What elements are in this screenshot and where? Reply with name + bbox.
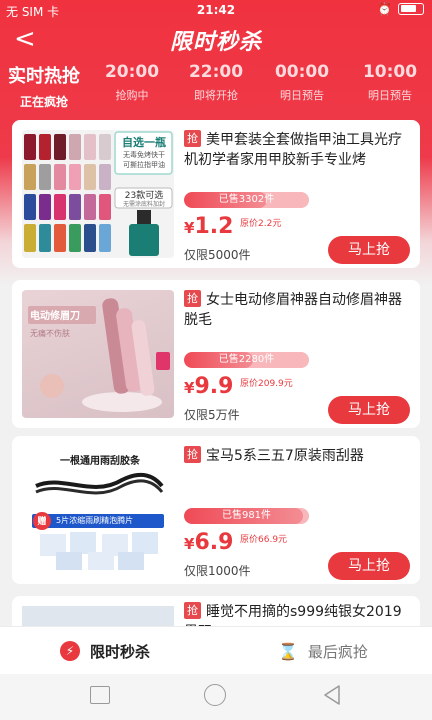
image-text: 无需涂底料加封: [122, 201, 165, 208]
sold-progress-bar: 已售2280件: [184, 352, 309, 368]
currency: ¥: [184, 219, 195, 237]
tab-flash-sale[interactable]: ⚡ 限时秒杀: [60, 627, 150, 675]
stock-limit: 仅限5000件: [184, 248, 251, 262]
image-text: 电动修眉刀: [30, 311, 80, 322]
image-text: 赠: [37, 517, 47, 527]
original-price: 原价66.9元: [240, 535, 288, 545]
status-icons: ⏰: [377, 2, 424, 16]
tab-label: 限时秒杀: [90, 642, 151, 661]
status-bar: 无 SIM 卡 21:42 ⏰: [0, 0, 432, 20]
price-value: 6.9: [194, 530, 234, 555]
price-value: 9.9: [194, 374, 234, 399]
stock-limit: 仅限5万件: [184, 408, 240, 422]
image-text: 无毒免烤快干: [123, 151, 165, 159]
buy-now-button[interactable]: 马上抢: [328, 396, 410, 424]
tab-realtime[interactable]: 实时热抢 正在疯抢: [0, 62, 88, 110]
image-text: 5片浓缩雨刷精泡腾片: [56, 516, 134, 525]
sold-progress-bar: 已售3302件: [184, 192, 309, 208]
sold-count: 已售3302件: [218, 194, 275, 205]
alarm-icon: ⏰: [377, 2, 392, 16]
image-text: 可撕拉指甲油: [123, 161, 165, 169]
product-card[interactable]: 电动修眉刀 无痛不伤肤 抢女士电动修眉神器自动修眉神器脱毛 已售2280件 ¥9…: [12, 280, 420, 428]
tab-status: 正在疯抢: [19, 95, 68, 109]
lightning-icon: ⚡: [60, 641, 80, 661]
product-card[interactable]: 自选一瓶 无毒免烤快干 可撕拉指甲油 23款可选 无需涂底料加封 抢美甲套装全套…: [12, 120, 420, 268]
buy-now-button[interactable]: 马上抢: [328, 236, 410, 264]
navigation-bar: < 限时秒杀: [0, 22, 432, 58]
product-name: 抢宝马5系三五7原装雨刮器: [184, 446, 410, 486]
flash-tag: 抢: [184, 290, 201, 307]
product-name: 抢美甲套装全套做指甲油工具光疗机初学者家用甲胶新手专业烤: [184, 130, 410, 170]
product-name: 抢女士电动修眉神器自动修眉神器脱毛: [184, 290, 410, 330]
clock: 21:42: [196, 3, 236, 17]
flash-tag: 抢: [184, 446, 201, 463]
currency: ¥: [184, 535, 195, 553]
flash-price: ¥9.9: [184, 374, 233, 399]
flash-price: ¥1.2: [184, 214, 233, 239]
product-info: 抢女士电动修眉神器自动修眉神器脱毛 已售2280件 ¥9.9 原价209.9元 …: [184, 290, 410, 424]
bottom-tab-bar: ⚡ 限时秒杀 ⌛ 最后疯抢: [0, 626, 432, 674]
page-title: 限时秒杀: [169, 30, 262, 55]
stock-limit: 仅限1000件: [184, 564, 251, 578]
image-text: 自选一瓶: [122, 136, 166, 149]
tab-status: 明日预告: [368, 89, 412, 102]
buy-now-button[interactable]: 马上抢: [328, 552, 410, 580]
original-price: 原价2.2元: [240, 219, 282, 229]
tab-status: 明日预告: [280, 89, 324, 102]
product-image: 一根通用雨刮胶条 赠 5片浓缩雨刷精泡腾片: [22, 446, 174, 574]
sold-count: 已售981件: [221, 510, 272, 521]
product-image: 电动修眉刀 无痛不伤肤: [22, 290, 174, 418]
flash-price: ¥6.9: [184, 530, 233, 555]
tab-status: 抢购中: [115, 89, 149, 102]
recent-apps-icon[interactable]: [90, 686, 110, 704]
tab-time: 22:00: [188, 62, 244, 82]
time-slot-tabs: 实时热抢 正在疯抢 20:00 抢购中 22:00 即将开抢 00:00 明日预…: [0, 62, 432, 112]
tab-1000[interactable]: 10:00 明日预告: [352, 62, 428, 103]
price-value: 1.2: [194, 214, 234, 239]
original-price: 原价209.9元: [240, 379, 293, 389]
tab-2200[interactable]: 22:00 即将开抢: [180, 62, 252, 103]
image-text: 无痛不伤肤: [30, 329, 70, 338]
tab-2000[interactable]: 20:00 抢购中: [96, 62, 168, 103]
product-info: 抢美甲套装全套做指甲油工具光疗机初学者家用甲胶新手专业烤 已售3302件 ¥1.…: [184, 130, 410, 264]
battery-icon: [398, 3, 424, 15]
product-title: 美甲套装全套做指甲油工具光疗机初学者家用甲胶新手专业烤: [184, 132, 402, 168]
sold-progress-bar: 已售981件: [184, 508, 309, 524]
tab-status: 即将开抢: [194, 89, 238, 102]
back-triangle-icon[interactable]: [322, 684, 342, 710]
sold-count: 已售2280件: [218, 354, 275, 365]
home-icon[interactable]: [204, 684, 226, 706]
flash-tag: 抢: [184, 130, 201, 147]
image-text: 一根通用雨刮胶条: [60, 456, 140, 467]
currency: ¥: [184, 379, 195, 397]
flash-tag: 抢: [184, 602, 201, 619]
tab-time: 10:00: [362, 62, 418, 82]
product-card[interactable]: 一根通用雨刮胶条 赠 5片浓缩雨刷精泡腾片 抢宝马5系三五7原装雨刮器 已售98…: [12, 436, 420, 584]
product-image: 自选一瓶 无毒免烤快干 可撕拉指甲油 23款可选 无需涂底料加封: [22, 130, 174, 258]
tab-time: 00:00: [274, 62, 330, 82]
product-title: 宝马5系三五7原装雨刮器: [206, 448, 364, 464]
tab-time: 20:00: [104, 62, 160, 82]
hourglass-icon: ⌛: [278, 641, 298, 661]
system-navigation-bar: [0, 674, 432, 720]
tab-time: 实时热抢: [8, 66, 80, 87]
product-info: 抢宝马5系三五7原装雨刮器 已售981件 ¥6.9 原价66.9元 仅限1000…: [184, 446, 410, 580]
tab-0000[interactable]: 00:00 明日预告: [264, 62, 340, 103]
tab-label: 最后疯抢: [307, 642, 368, 661]
product-title: 女士电动修眉神器自动修眉神器脱毛: [184, 292, 402, 328]
tab-last-chance[interactable]: ⌛ 最后疯抢: [278, 627, 368, 675]
